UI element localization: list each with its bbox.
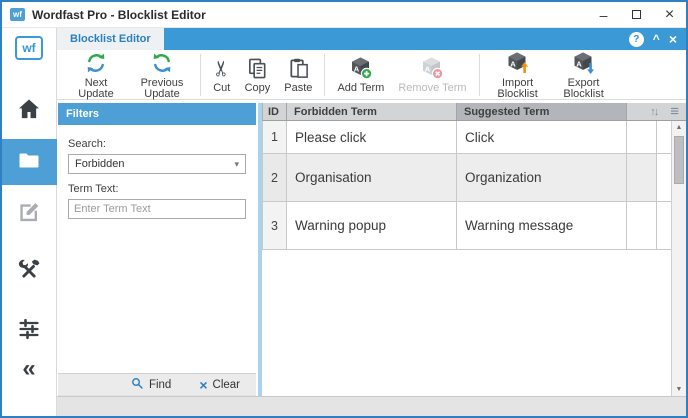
cell-forbidden-term[interactable]: Please click (287, 121, 457, 153)
cell-id: 3 (263, 202, 287, 249)
term-text-label: Term Text: (68, 183, 246, 195)
find-button[interactable]: Find (131, 377, 171, 393)
column-header-id[interactable]: ID (263, 103, 287, 120)
clear-x-icon: × (199, 379, 207, 391)
toolbar-separator (324, 54, 325, 96)
svg-text:A: A (425, 65, 431, 74)
export-blocklist-cube-icon: A (572, 51, 596, 75)
search-icon (131, 377, 144, 393)
scroll-down-icon[interactable]: ▼ (672, 383, 686, 396)
cell-extra (627, 202, 657, 249)
sidebar-item-editor[interactable] (16, 199, 42, 230)
filters-footer: Find × Clear (58, 373, 256, 395)
copy-button[interactable]: Copy (238, 54, 278, 95)
scrollbar-track[interactable] (672, 134, 686, 383)
search-dropdown-value: Forbidden (75, 158, 125, 170)
filters-panel: Filters Search: Forbidden ▾ Term Text: (58, 103, 256, 396)
wordfast-app-icon: wf (10, 8, 25, 21)
column-header-suggested-term[interactable]: Suggested Term (457, 103, 627, 120)
add-term-cube-icon: A (349, 56, 373, 80)
clear-button[interactable]: × Clear (199, 379, 240, 391)
toolbar-separator (200, 54, 201, 96)
clipboard-icon (287, 56, 310, 80)
toolbar: Next Update Previous Update ✂ Cut (57, 50, 686, 100)
window-controls: – × (587, 2, 686, 27)
app-window: wf Wordfast Pro - Blocklist Editor – × w… (0, 0, 688, 418)
cell-id: 2 (263, 154, 287, 201)
cell-extra (627, 154, 657, 201)
sidebar-item-projects[interactable] (2, 139, 57, 185)
maximize-icon[interactable] (620, 2, 653, 27)
table-row[interactable]: 3 Warning popup Warning message (262, 202, 671, 250)
remove-term-cube-icon: A (420, 56, 444, 80)
sidebar: wf (2, 28, 57, 416)
folder-icon (17, 148, 41, 177)
collapse-panel-icon[interactable]: ^ (653, 33, 660, 45)
cell-forbidden-term[interactable]: Organisation (287, 154, 457, 201)
edit-icon (16, 199, 42, 230)
cell-suggested-term[interactable]: Organization (457, 154, 627, 201)
close-icon[interactable]: × (653, 2, 686, 27)
previous-update-button[interactable]: Previous Update (129, 49, 195, 101)
scroll-up-icon[interactable]: ▲ (672, 121, 686, 134)
home-icon (16, 96, 42, 127)
sidebar-collapse-button[interactable]: « (22, 356, 35, 382)
import-blocklist-button[interactable]: A Import Blocklist (485, 49, 551, 101)
search-label: Search: (68, 138, 246, 150)
svg-text:A: A (354, 65, 360, 74)
cell-id: 1 (263, 121, 287, 153)
copy-icon (246, 56, 269, 80)
hamburger-menu-icon[interactable]: ≡ (670, 103, 679, 120)
toolbar-separator (479, 54, 480, 96)
sort-icon[interactable]: ↑↓ (650, 106, 657, 118)
column-header-forbidden-term[interactable]: Forbidden Term (287, 103, 457, 120)
next-update-button[interactable]: Next Update (63, 49, 129, 101)
export-blocklist-button[interactable]: A Export Blocklist (551, 49, 617, 101)
term-text-input[interactable] (68, 199, 246, 219)
cell-extra (627, 121, 657, 153)
sidebar-item-preferences[interactable] (17, 317, 41, 346)
tab-bar-actions: ? ^ × (629, 28, 686, 50)
collapse-chevrons-icon: « (22, 356, 35, 382)
close-tab-icon[interactable]: × (669, 33, 677, 45)
filters-panel-title: Filters (58, 103, 256, 125)
tab-bar: Blocklist Editor ? ^ × (57, 28, 686, 50)
table-body: 1 Please click Click 2 Organisation Orga… (262, 121, 671, 396)
svg-text:A: A (576, 59, 582, 68)
sidebar-item-tools[interactable] (17, 258, 41, 287)
cell-suggested-term[interactable]: Click (457, 121, 627, 153)
minimize-icon[interactable]: – (587, 2, 620, 27)
sliders-icon (17, 317, 41, 346)
sidebar-item-home[interactable] (16, 96, 42, 127)
status-bar (57, 396, 686, 416)
scrollbar-thumb[interactable] (674, 136, 684, 184)
title-bar: wf Wordfast Pro - Blocklist Editor – × (2, 2, 686, 28)
help-icon[interactable]: ? (629, 32, 644, 47)
table-row[interactable]: 2 Organisation Organization (262, 154, 671, 202)
blocklist-table: ID Forbidden Term Suggested Term ↑↓ ≡ 1 (262, 103, 686, 396)
paste-button[interactable]: Paste (277, 54, 319, 95)
remove-term-button[interactable]: A Remove Term (391, 54, 473, 95)
tab-blocklist-editor[interactable]: Blocklist Editor (57, 28, 164, 50)
search-dropdown[interactable]: Forbidden ▾ (68, 154, 246, 174)
chevron-down-icon: ▾ (234, 159, 239, 170)
table-header-controls: ↑↓ ≡ (627, 103, 686, 120)
scissors-icon: ✂ (213, 56, 231, 80)
wordfast-logo: wf (15, 36, 43, 60)
cut-button[interactable]: ✂ Cut (206, 54, 238, 95)
window-title: Wordfast Pro - Blocklist Editor (32, 8, 206, 22)
refresh-previous-icon (150, 51, 174, 75)
tools-icon (17, 258, 41, 287)
cell-forbidden-term[interactable]: Warning popup (287, 202, 457, 249)
import-blocklist-cube-icon: A (506, 51, 530, 75)
add-term-button[interactable]: A Add Term (330, 54, 391, 95)
cell-suggested-term[interactable]: Warning message (457, 202, 627, 249)
table-header: ID Forbidden Term Suggested Term ↑↓ ≡ (262, 103, 686, 121)
vertical-scrollbar[interactable]: ▲ ▼ (671, 121, 686, 396)
table-row[interactable]: 1 Please click Click (262, 121, 671, 154)
refresh-next-icon (84, 51, 108, 75)
svg-text:A: A (510, 59, 516, 68)
